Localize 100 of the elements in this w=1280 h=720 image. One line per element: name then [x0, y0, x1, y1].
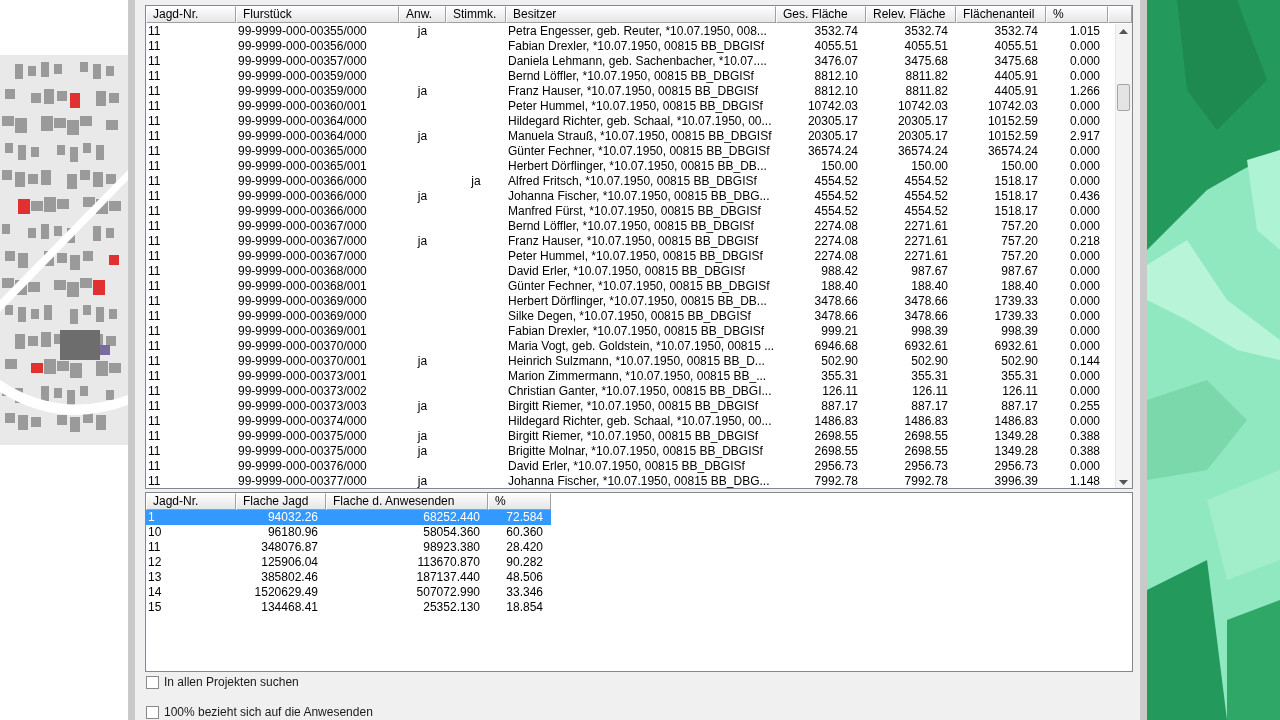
- table-cell: 0.000: [1069, 204, 1100, 218]
- checkbox-label: 100% bezieht sich auf die Anwesenden: [164, 705, 373, 719]
- table-cell: 1739.33: [994, 309, 1038, 323]
- table-cell: 1518.17: [994, 189, 1038, 203]
- column-header[interactable]: Ges. Fläche: [776, 6, 866, 23]
- table-cell: 0.000: [1069, 309, 1100, 323]
- table-cell: 0.000: [1069, 369, 1100, 383]
- scrollbar[interactable]: [1115, 24, 1132, 488]
- table-cell: 987.67: [1001, 264, 1038, 278]
- table-cell: 0.000: [1069, 39, 1100, 53]
- table-cell: 1486.83: [814, 414, 858, 428]
- table-cell: Daniela Lehmann, geb. Sachenbacher, *10.07....: [508, 54, 767, 68]
- table-cell: 502.90: [821, 354, 858, 368]
- table-cell: 11: [148, 39, 161, 53]
- table-cell: 2271.61: [904, 219, 948, 233]
- table-cell: 3478.66: [904, 294, 948, 308]
- scroll-down-icon[interactable]: [1119, 480, 1128, 485]
- table-cell: 99-9999-000-00365/001: [238, 159, 367, 173]
- table-cell: ja: [417, 474, 428, 488]
- table-cell: 757.20: [1001, 234, 1038, 248]
- column-header[interactable]: Flächenanteil: [956, 6, 1046, 23]
- table-cell: 99-9999-000-00368/001: [238, 279, 367, 293]
- column-header[interactable]: Besitzer: [506, 6, 776, 23]
- column-header[interactable]: Flurstück: [236, 6, 399, 23]
- checkbox-label: In allen Projekten suchen: [164, 675, 299, 689]
- table-cell: 2274.08: [814, 249, 858, 263]
- table-cell: 11: [148, 24, 161, 38]
- table-cell: 0.000: [1069, 459, 1100, 473]
- table-cell: Alfred Fritsch, *10.07.1950, 00815 BB_DBGISf: [508, 174, 757, 188]
- table-cell: 11: [148, 144, 161, 158]
- table-cell: Johanna Fischer, *10.07.1950, 00815 BB_DBG...: [508, 189, 770, 203]
- table-row[interactable]: 11 348076.87 98923.380 28.420: [146, 540, 551, 555]
- table-cell: Herbert Dörflinger, *10.07.1950, 00815 BB_DB...: [508, 294, 767, 308]
- table-row[interactable]: 15 134468.41 25352.130 18.854: [146, 600, 551, 615]
- table-cell: 11: [148, 414, 161, 428]
- table-cell: Marion Zimmermann, *10.07.1950, 00815 BB_...: [508, 369, 767, 383]
- table-cell: 3532.74: [904, 24, 948, 38]
- table-cell: 11: [148, 129, 161, 143]
- table-cell: 99-9999-000-00359/000: [238, 69, 367, 83]
- table-row[interactable]: 13 385802.46 187137.440 48.506: [146, 570, 551, 585]
- table-cell: 2271.61: [904, 234, 948, 248]
- table-cell: 11: [148, 189, 161, 203]
- table-cell: 99-9999-000-00357/000: [238, 54, 367, 68]
- table-cell: 8811.82: [905, 69, 948, 83]
- column-header[interactable]: Jagd-Nr.: [146, 493, 236, 510]
- table-cell: 20305.17: [807, 129, 858, 143]
- column-header[interactable]: Flache d. Anwesenden: [326, 493, 488, 510]
- table-cell: Günter Fechner, *10.07.1950, 00815 BB_DBGISf: [508, 144, 770, 158]
- table-cell: 11: [148, 309, 161, 323]
- table-cell: Hildegard Richter, geb. Schaal, *10.07.1950, 00...: [508, 414, 772, 428]
- table-cell: ja: [417, 24, 428, 38]
- table-cell: 11: [148, 174, 161, 188]
- checkbox[interactable]: [146, 675, 159, 689]
- column-header[interactable]: Relev. Fläche: [866, 6, 956, 23]
- table-cell: 4055.51: [994, 39, 1038, 53]
- table-cell: 99-9999-000-00375/000: [238, 429, 367, 443]
- table-cell: 2274.08: [814, 234, 858, 248]
- table-cell: 99-9999-000-00376/000: [238, 459, 367, 473]
- column-header[interactable]: %: [1046, 6, 1108, 23]
- table-cell: Franz Hauser, *10.07.1950, 00815 BB_DBGISf: [508, 234, 759, 248]
- table-cell: 11: [148, 399, 161, 413]
- table-cell: 99-9999-000-00377/000: [238, 474, 367, 488]
- column-header[interactable]: %: [488, 493, 551, 510]
- column-header[interactable]: Jagd-Nr.: [146, 6, 236, 23]
- table-cell: 99-9999-000-00370/000: [238, 339, 367, 353]
- table-cell: 126.11: [912, 384, 948, 398]
- table-cell: 11: [148, 54, 161, 68]
- table-cell: Fabian Drexler, *10.07.1950, 00815 BB_DBGISf: [508, 39, 765, 53]
- table-cell: 0.388: [1069, 429, 1100, 443]
- table-cell: 11: [148, 114, 161, 128]
- table-cell: 99-9999-000-00364/000: [238, 129, 367, 143]
- table-cell: 0.000: [1069, 114, 1100, 128]
- table-cell: 11: [148, 474, 161, 488]
- table-cell: 20305.17: [897, 114, 948, 128]
- table-row[interactable]: 14 1520629.49 507072.990 33.346: [146, 585, 551, 600]
- scroll-thumb[interactable]: [1117, 84, 1130, 111]
- scroll-up-icon[interactable]: [1119, 29, 1128, 34]
- table-cell: 99-9999-000-00366/000: [238, 204, 367, 218]
- table-cell: Günter Fechner, *10.07.1950, 00815 BB_DBGISf: [508, 279, 770, 293]
- table-cell: 0.000: [1069, 144, 1100, 158]
- table-cell: 11: [148, 279, 161, 293]
- table-cell: 4554.52: [904, 204, 948, 218]
- checkbox[interactable]: [146, 705, 159, 719]
- table-cell: 11: [148, 99, 161, 113]
- table-cell: 502.90: [1001, 354, 1038, 368]
- table-row[interactable]: 12 125906.04 113670.870 90.282: [146, 555, 551, 570]
- table-cell: 2956.73: [994, 459, 1038, 473]
- table-cell: 3532.74: [994, 24, 1038, 38]
- table-cell: 188.40: [1001, 279, 1038, 293]
- column-header[interactable]: Anw.: [399, 6, 446, 23]
- column-header[interactable]: Flache Jagd: [236, 493, 326, 510]
- table-cell: 36574.24: [897, 144, 948, 158]
- table-cell: 1486.83: [994, 414, 1038, 428]
- column-header[interactable]: Stimmk.: [446, 6, 506, 23]
- table-cell: 4055.51: [904, 39, 948, 53]
- table-cell: ja: [417, 399, 428, 413]
- table-row[interactable]: 10 96180.96 58054.360 60.360: [146, 525, 551, 540]
- table-cell: 11: [148, 354, 161, 368]
- table-cell: 1349.28: [994, 444, 1038, 458]
- table-cell: Birgitt Riemer, *10.07.1950, 00815 BB_DBGISf: [508, 399, 759, 413]
